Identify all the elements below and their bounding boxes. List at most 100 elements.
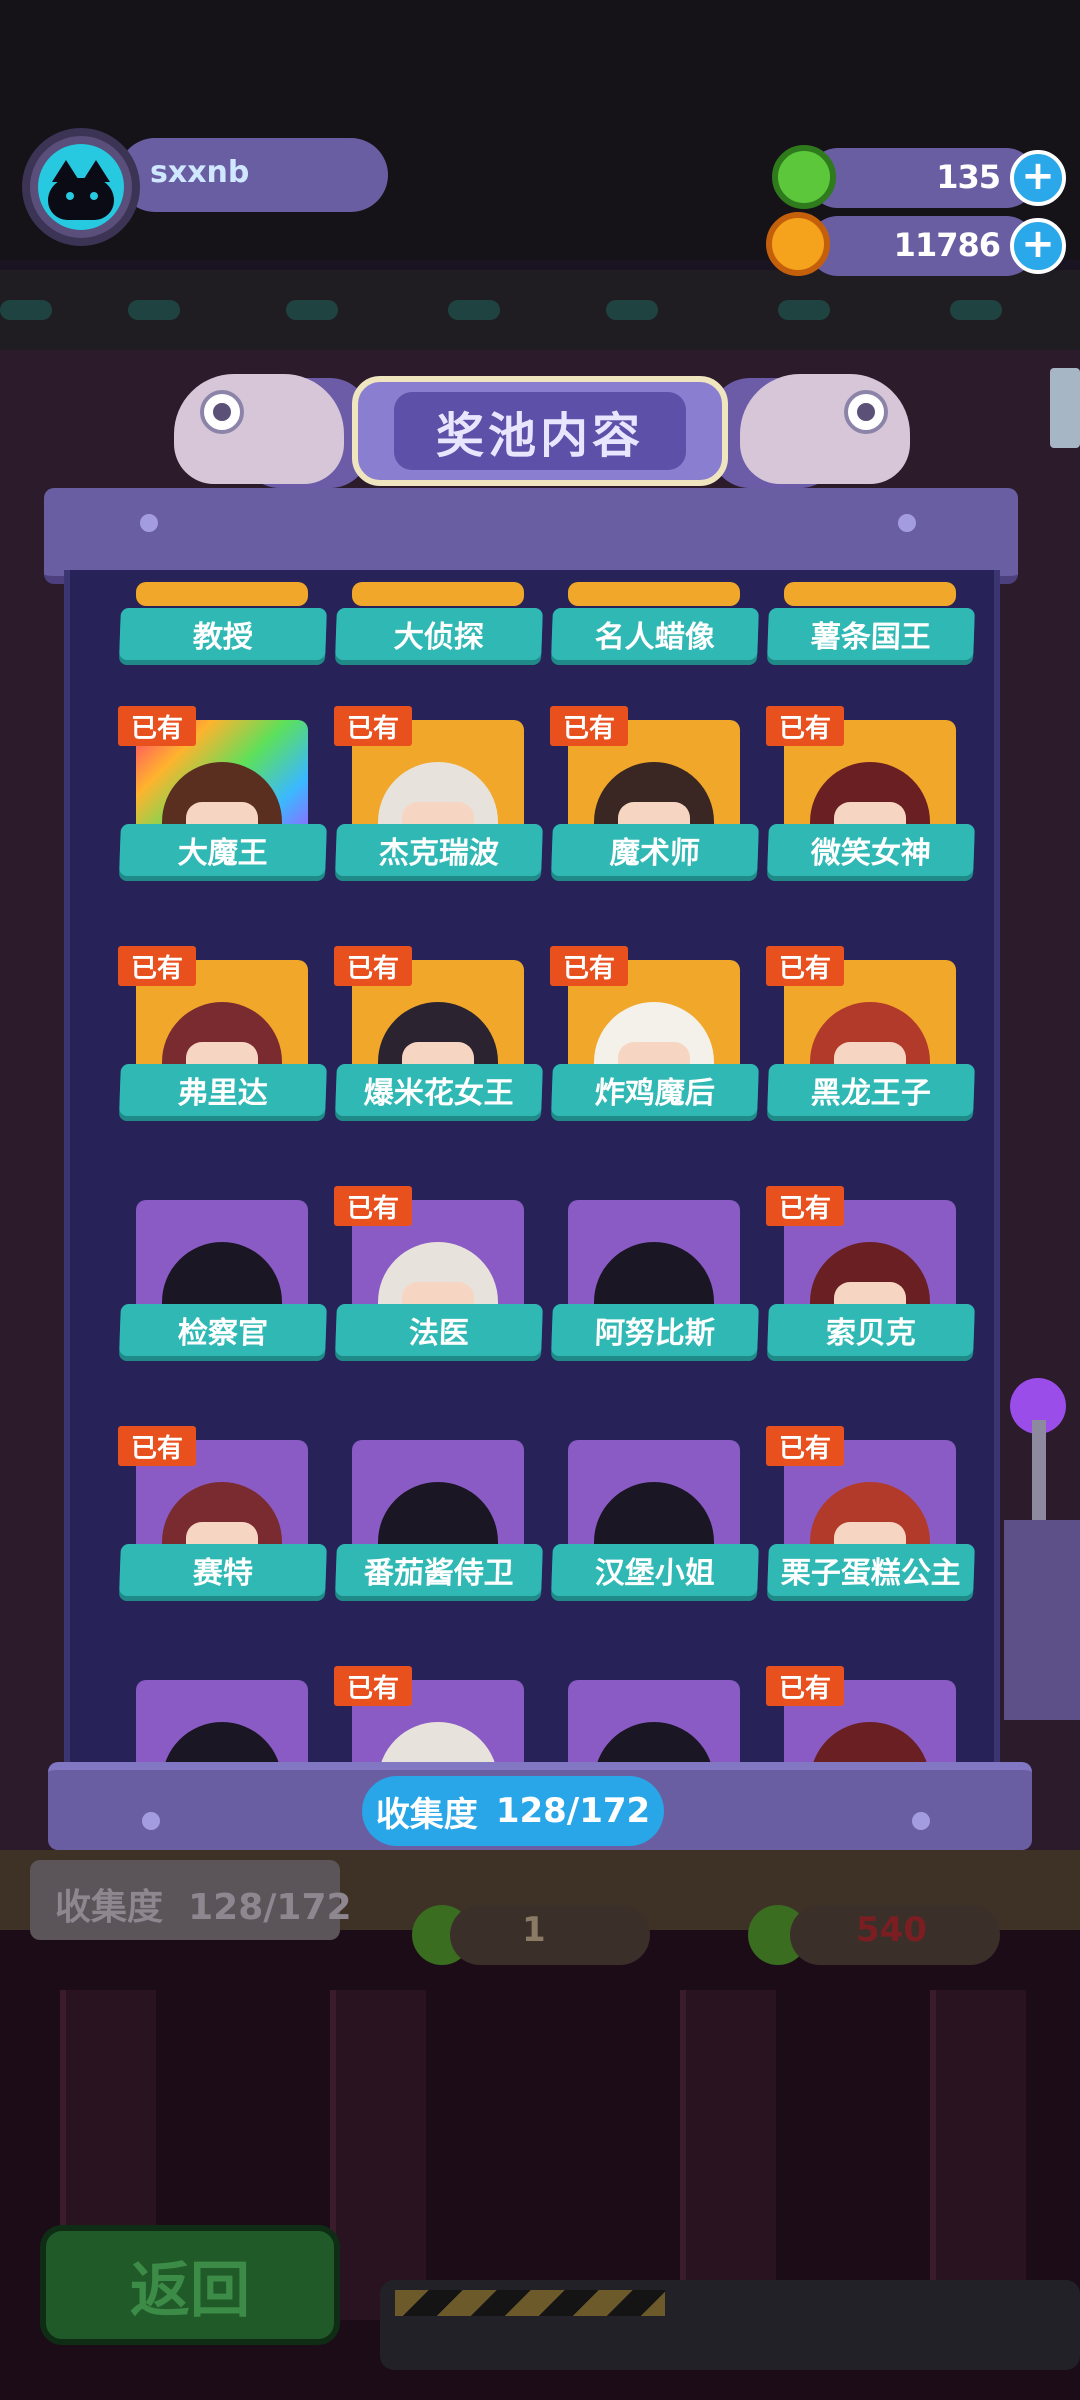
character-name: 赛特 (119, 1544, 327, 1596)
reward-card[interactable]: 汉堡小姐 (551, 1440, 759, 1596)
bg-counter-right-value: 540 (856, 1910, 927, 1950)
bg-counter-left-value: 1 (522, 1910, 546, 1950)
reward-card[interactable]: 已有 (766, 1666, 974, 1770)
reward-card[interactable]: 索贝克 已有 (766, 1186, 975, 1356)
owned-badge: 已有 (550, 946, 628, 986)
reward-card[interactable]: 检察官 (119, 1200, 327, 1356)
reward-card[interactable]: 名人蜡像 (551, 582, 759, 722)
owned-badge: 已有 (118, 1426, 196, 1466)
owned-badge: 已有 (118, 706, 196, 746)
character-name: 黑龙王子 (767, 1064, 975, 1116)
rail-light (448, 300, 500, 320)
reward-card[interactable]: 大侦探 (335, 582, 543, 722)
character-name: 名人蜡像 (551, 608, 759, 660)
reward-card[interactable]: 赛特 已有 (118, 1426, 327, 1596)
modal-title: 奖池内容 (394, 392, 686, 470)
reward-card[interactable]: 番茄酱侍卫 (335, 1440, 543, 1596)
username: sxxnb (150, 155, 250, 190)
orange-planet-icon (766, 212, 830, 276)
character-name: 法医 (335, 1304, 543, 1356)
rail-light (606, 300, 658, 320)
fish-right-icon (740, 374, 910, 484)
reward-card[interactable]: 魔术师 已有 (550, 706, 759, 876)
hazard-stripe (395, 2290, 665, 2316)
reward-card[interactable] (120, 1680, 326, 1770)
character-name: 教授 (119, 608, 327, 660)
reward-card[interactable]: 爆米花女王 已有 (334, 946, 543, 1116)
reward-card[interactable]: 炸鸡魔后 已有 (550, 946, 759, 1116)
reward-card[interactable]: 教授 (119, 582, 327, 722)
character-name: 微笑女神 (767, 824, 975, 876)
owned-badge: 已有 (766, 1666, 844, 1706)
pillar (930, 1990, 1026, 2320)
reward-card[interactable]: 大魔王 已有 (118, 706, 327, 876)
character-name: 索贝克 (767, 1304, 975, 1356)
character-name: 汉堡小姐 (551, 1544, 759, 1596)
cat-eye (90, 192, 98, 200)
reward-card[interactable]: 弗里达 已有 (118, 946, 327, 1116)
rivet (140, 514, 158, 532)
character-portrait (568, 582, 740, 606)
fish-left-icon (174, 374, 344, 484)
owned-badge: 已有 (118, 946, 196, 986)
character-portrait (784, 582, 956, 606)
collection-value: 128/172 (495, 1791, 651, 1831)
reward-card[interactable]: 阿努比斯 (551, 1200, 759, 1356)
add-coin-button[interactable]: + (1010, 150, 1066, 206)
reward-card[interactable]: 法医 已有 (334, 1186, 543, 1356)
lever-base (1004, 1520, 1080, 1720)
cat-eye (66, 192, 74, 200)
owned-badge: 已有 (550, 706, 628, 746)
reward-card[interactable]: 黑龙王子 已有 (766, 946, 975, 1116)
owned-badge: 已有 (334, 1186, 412, 1226)
rail-light (778, 300, 830, 320)
rail-light (286, 300, 338, 320)
pillar (680, 1990, 776, 2320)
green-coin-icon (772, 145, 836, 209)
owned-badge: 已有 (766, 706, 844, 746)
add-planet-button[interactable]: + (1010, 218, 1066, 274)
rivet (142, 1812, 160, 1830)
character-name: 弗里达 (119, 1064, 327, 1116)
character-name: 栗子蛋糕公主 (767, 1544, 975, 1596)
rivet (898, 514, 916, 532)
fish-pupil (213, 403, 231, 421)
reward-card[interactable]: 微笑女神 已有 (766, 706, 975, 876)
coin-count: 135 (936, 158, 1001, 196)
owned-badge: 已有 (334, 1666, 412, 1706)
character-name: 番茄酱侍卫 (335, 1544, 543, 1596)
character-name: 爆米花女王 (335, 1064, 543, 1116)
owned-badge: 已有 (334, 946, 412, 986)
bg-counter-left (450, 1905, 650, 1965)
bg-collection-text: 收集度 128/172 (55, 1887, 352, 1928)
character-name: 阿努比斯 (551, 1304, 759, 1356)
cat-face (48, 178, 114, 220)
character-name: 魔术师 (551, 824, 759, 876)
reward-card[interactable]: 杰克瑞波 已有 (334, 706, 543, 876)
character-portrait (136, 582, 308, 606)
rail-light (128, 300, 180, 320)
character-name: 检察官 (119, 1304, 327, 1356)
reward-card[interactable]: 薯条国王 (767, 582, 975, 722)
scissors-icon (1050, 368, 1080, 448)
reward-card[interactable]: 栗子蛋糕公主 已有 (766, 1426, 975, 1596)
owned-badge: 已有 (766, 946, 844, 986)
rivet (912, 1812, 930, 1830)
owned-badge: 已有 (766, 1186, 844, 1226)
pillar (330, 1990, 426, 2320)
owned-badge: 已有 (334, 706, 412, 746)
reward-card[interactable]: 已有 (334, 1666, 542, 1770)
character-name: 薯条国王 (767, 608, 975, 660)
collection-progress: 收集度 128/172 (362, 1776, 664, 1846)
reward-grid[interactable]: 教授 大侦探 名人蜡像 薯条国王 大魔王 已有 杰克瑞波 已有 魔术师 已有 微笑女神 已有 弗里达 已有… (64, 570, 1000, 1770)
character-name: 杰克瑞波 (335, 824, 543, 876)
reward-card[interactable] (552, 1680, 758, 1770)
lever-pole (1032, 1420, 1046, 1530)
character-name: 炸鸡魔后 (551, 1064, 759, 1116)
fish-pupil (857, 403, 875, 421)
planet-count: 11786 (893, 226, 1001, 264)
back-button[interactable]: 返回 (40, 2225, 340, 2345)
owned-badge: 已有 (766, 1426, 844, 1466)
rail-light (0, 300, 52, 320)
character-portrait (352, 582, 524, 606)
